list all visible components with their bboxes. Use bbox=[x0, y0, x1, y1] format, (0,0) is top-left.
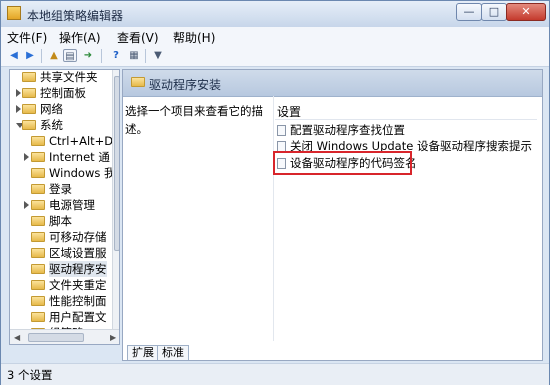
menu-view[interactable]: 查看(V) bbox=[117, 29, 159, 46]
policy-editor-icon bbox=[7, 6, 21, 20]
folder-icon bbox=[31, 200, 45, 210]
tab-extended[interactable]: 扩展 bbox=[127, 345, 159, 360]
tree-horizontal-scrollbar[interactable]: ◀ ▶ bbox=[10, 329, 119, 344]
close-button[interactable]: ✕ bbox=[506, 3, 546, 21]
scroll-right-icon[interactable]: ▶ bbox=[110, 333, 116, 342]
settings-column-header[interactable]: 设置 bbox=[277, 103, 301, 120]
expand-arrow-icon[interactable] bbox=[24, 201, 29, 209]
toolbar-separator bbox=[145, 49, 146, 63]
tree-item-label: 用户配置文 bbox=[49, 310, 107, 324]
tree-pane[interactable]: 共享文件夹 控制面板 网络 系统 Ctrl+Alt+D Internet 通 W… bbox=[9, 69, 120, 345]
help-icon[interactable]: ? bbox=[109, 49, 123, 62]
tree-item-label: 区域设置服 bbox=[49, 246, 107, 260]
folder-icon bbox=[31, 216, 45, 226]
menu-file[interactable]: 文件(F) bbox=[7, 29, 47, 46]
filter-icon[interactable]: ▼ bbox=[151, 49, 165, 62]
folder-icon bbox=[31, 264, 45, 274]
title-bar: 本地组策略编辑器 — □ ✕ bbox=[1, 1, 549, 27]
folder-icon bbox=[31, 136, 45, 146]
toolbar-separator bbox=[101, 49, 102, 63]
scroll-left-icon[interactable]: ◀ bbox=[14, 333, 20, 342]
menu-bar: 文件(F) 操作(A) 查看(V) 帮助(H) bbox=[1, 27, 549, 47]
forward-arrow-icon[interactable]: ▶ bbox=[23, 49, 37, 62]
policy-setting-icon bbox=[277, 125, 286, 136]
folder-icon bbox=[22, 120, 36, 130]
tree-vertical-scrollbar[interactable] bbox=[112, 70, 119, 329]
expand-arrow-icon[interactable] bbox=[16, 89, 21, 97]
folder-icon bbox=[31, 168, 45, 178]
tab-standard[interactable]: 标准 bbox=[157, 345, 189, 360]
folder-icon bbox=[22, 88, 36, 98]
column-header-divider bbox=[275, 119, 537, 120]
highlight-annotation bbox=[273, 151, 412, 175]
folder-icon bbox=[131, 77, 145, 87]
toolbar-separator bbox=[41, 49, 42, 63]
status-text: 3 个设置 bbox=[7, 368, 53, 382]
back-arrow-icon[interactable]: ◀ bbox=[7, 49, 21, 62]
maximize-button[interactable]: □ bbox=[481, 3, 507, 21]
tree-item-label: 控制面板 bbox=[40, 86, 86, 100]
up-folder-icon[interactable]: ▲ bbox=[47, 49, 61, 62]
folder-icon bbox=[31, 152, 45, 162]
details-pane: 驱动程序安装 选择一个项目来查看它的描述。 设置 配置驱动程序查找位置 关闭 W… bbox=[122, 69, 543, 361]
tree-item-label: Internet 通 bbox=[49, 150, 110, 164]
export-list-icon[interactable]: ➜ bbox=[81, 49, 95, 62]
tree-item-label: 性能控制面 bbox=[49, 294, 107, 308]
tree-item-label: 脚本 bbox=[49, 214, 72, 228]
folder-icon bbox=[31, 248, 45, 258]
tree-item-label: 驱动程序安 bbox=[49, 261, 107, 277]
details-title: 驱动程序安装 bbox=[149, 78, 222, 92]
window-title: 本地组策略编辑器 bbox=[27, 9, 124, 23]
toolbar: ◀ ▶ ▲ ▤ ➜ ? ▦ ▼ bbox=[1, 46, 549, 67]
folder-icon bbox=[22, 72, 36, 82]
folder-icon bbox=[22, 104, 36, 114]
scrollbar-thumb[interactable] bbox=[114, 76, 119, 251]
expand-arrow-icon[interactable] bbox=[16, 105, 21, 113]
expand-arrow-icon[interactable] bbox=[24, 153, 29, 161]
status-bar: 3 个设置 bbox=[1, 363, 549, 385]
menu-action[interactable]: 操作(A) bbox=[59, 29, 101, 46]
tree-item-label: 系统 bbox=[40, 118, 63, 132]
properties-icon[interactable]: ▦ bbox=[127, 49, 141, 62]
details-header: 驱动程序安装 bbox=[123, 70, 542, 97]
tree-item-label: 共享文件夹 bbox=[40, 70, 98, 84]
tree-item-label: 登录 bbox=[49, 182, 72, 196]
menu-help[interactable]: 帮助(H) bbox=[173, 29, 215, 46]
folder-icon bbox=[31, 232, 45, 242]
folder-icon bbox=[31, 184, 45, 194]
folder-icon bbox=[31, 296, 45, 306]
tree-item-label: 文件夹重定 bbox=[49, 278, 107, 292]
show-tree-icon[interactable]: ▤ bbox=[63, 49, 77, 62]
app-window: 本地组策略编辑器 — □ ✕ 文件(F) 操作(A) 查看(V) 帮助(H) ◀… bbox=[0, 0, 550, 385]
scrollbar-thumb[interactable] bbox=[28, 333, 84, 342]
tree-item-label: Windows 我 bbox=[49, 166, 116, 180]
tree-item-label: 网络 bbox=[40, 102, 63, 116]
setting-label: 配置驱动程序查找位置 bbox=[290, 123, 405, 137]
tree-item-label: 可移动存储 bbox=[49, 230, 107, 244]
folder-icon bbox=[31, 312, 45, 322]
column-divider bbox=[273, 96, 274, 341]
tree-item-label: 电源管理 bbox=[49, 198, 95, 212]
tree-item-label: Ctrl+Alt+D bbox=[49, 134, 114, 148]
description-text: 选择一个项目来查看它的描述。 bbox=[125, 104, 263, 136]
folder-icon bbox=[31, 280, 45, 290]
minimize-button[interactable]: — bbox=[456, 3, 482, 21]
